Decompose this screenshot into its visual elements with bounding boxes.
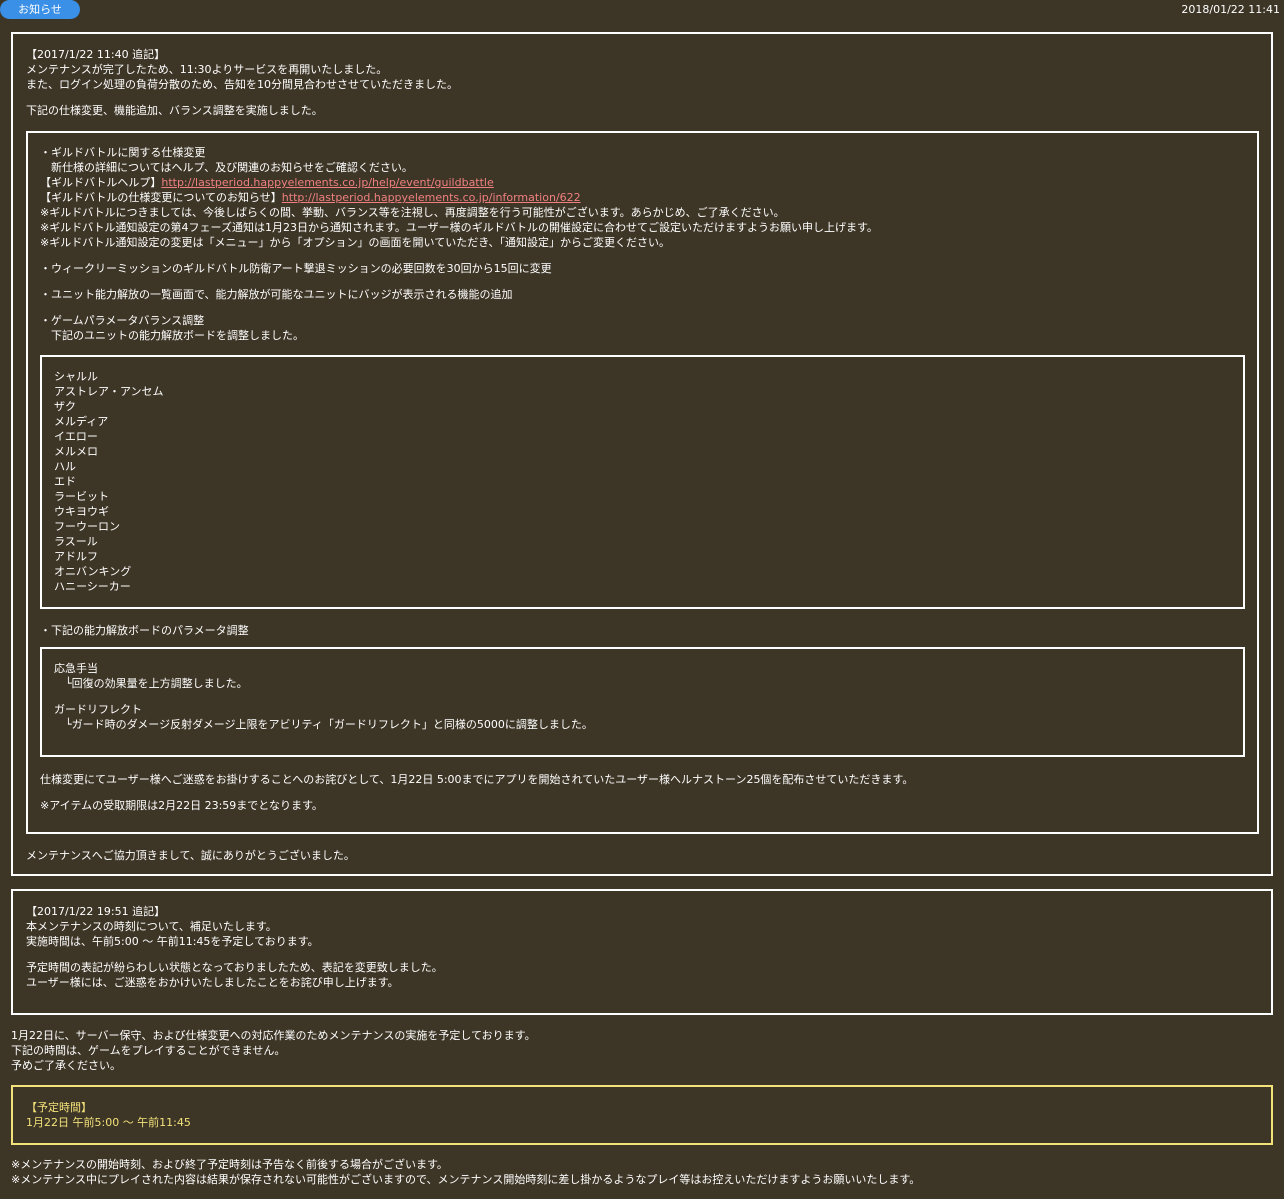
gb-title: ・ギルドバトルに関する仕様変更 bbox=[40, 146, 206, 159]
gb-note3: ※ギルドバトル通知設定の変更は「メニュー」から「オプション」の画面を開いていただ… bbox=[40, 236, 670, 249]
help-label: 【ギルドバトルヘルプ】 bbox=[40, 176, 162, 189]
unit-item: アストレア・アンセム bbox=[54, 385, 164, 398]
unit-list-box: シャルル アストレア・アンセム ザク メルディア イエロー メルメロ ハル エド… bbox=[40, 355, 1245, 609]
info-link-row: 【ギルドバトルの仕様変更についてのお知らせ】http://lastperiod.… bbox=[40, 190, 1240, 205]
update2-line1: 本メンテナンスの時刻について、補足いたします。 bbox=[26, 920, 277, 933]
update2-head: 【2017/1/22 19:51 追記】 bbox=[26, 905, 166, 918]
unit-item: ラービット bbox=[54, 490, 109, 503]
update1-head: 【2017/1/22 11:40 追記】 bbox=[26, 48, 166, 61]
update2-line3: 予定時間の表記が紛らわしい状態となっておりましたため、表記を変更致しました。 bbox=[26, 961, 443, 974]
help-link[interactable]: http://lastperiod.happyelements.co.jp/he… bbox=[161, 176, 493, 189]
schedule-box: 【予定時間】 1月22日 午前5:00 ～ 午前11:45 bbox=[11, 1085, 1273, 1145]
param2-name: ガードリフレクト bbox=[54, 703, 142, 716]
help-link-row: 【ギルドバトルヘルプ】http://lastperiod.happyelemen… bbox=[40, 175, 1240, 190]
unit-item: オニバンキング bbox=[54, 565, 132, 578]
gb-note2: ※ギルドバトル通知設定の第4フェーズ通知は1月23日から通知されます。ユーザー様… bbox=[40, 221, 878, 234]
gb-note1: ※ギルドバトルにつきましては、今後しばらくの間、挙動、バランス等を注視し、再度調… bbox=[40, 206, 785, 219]
main-notice: 1月22日に、サーバー保守、および仕様変更への対応作業のためメンテナンスの実施を… bbox=[11, 1028, 536, 1073]
unit-item: ウキヨウギ bbox=[54, 505, 109, 518]
badge-feature: ・ユニット能力解放の一覧画面で、能力解放が可能なユニットにバッジが表示される機能… bbox=[40, 288, 513, 301]
balance-title: ・ゲームパラメータバランス調整 bbox=[40, 314, 205, 327]
update-box-1: 【2017/1/22 11:40 追記】 メンテナンスが完了したため、11:30… bbox=[11, 32, 1273, 876]
info-link[interactable]: http://lastperiod.happyelements.co.jp/in… bbox=[282, 191, 581, 204]
footer-notes: ※メンテナンスの開始時刻、および終了予定時刻は予告なく前後する場合がございます。… bbox=[11, 1157, 920, 1187]
unit-item: ハニーシーカー bbox=[54, 580, 131, 593]
update1-line3: 下記の仕様変更、機能追加、バランス調整を実施しました。 bbox=[26, 104, 323, 117]
balance-detail: 下記のユニットの能力解放ボードを調整しました。 bbox=[40, 329, 304, 342]
unit-item: イエロー bbox=[54, 430, 98, 443]
update2-line2: 実施時間は、午前5:00 ～ 午前11:45を予定しております。 bbox=[26, 935, 319, 948]
schedule-time: 1月22日 午前5:00 ～ 午前11:45 bbox=[26, 1116, 191, 1129]
gb-detail: 新仕様の詳細についてはヘルプ、及び関連のお知らせをご確認ください。 bbox=[40, 161, 413, 174]
unit-item: メルメロ bbox=[54, 445, 98, 458]
main-line3: 予めご了承ください。 bbox=[11, 1059, 121, 1072]
update-box-2: 【2017/1/22 19:51 追記】 本メンテナンスの時刻について、補足いた… bbox=[11, 889, 1273, 1015]
footer-note2: ※メンテナンス中にプレイされた内容は結果が保存されない可能性がございますので、メ… bbox=[11, 1173, 921, 1186]
unit-item: ハル bbox=[54, 460, 76, 473]
unit-item: シャルル bbox=[54, 370, 98, 383]
weekly-change: ・ウィークリーミッションのギルドバトル防衛アート撃退ミッションの必要回数を30回… bbox=[40, 262, 552, 275]
update1-line1: メンテナンスが完了したため、11:30よりサービスを再開いたしました。 bbox=[26, 63, 388, 76]
deadline-text: ※アイテムの受取期限は2月22日 23:59までとなります。 bbox=[40, 799, 323, 812]
notice-tag[interactable]: お知らせ bbox=[0, 0, 80, 19]
unit-item: フーウーロン bbox=[54, 520, 120, 533]
unit-item: ラスール bbox=[54, 535, 98, 548]
param-title: ・下記の能力解放ボードのパラメータ調整 bbox=[40, 624, 249, 637]
param1-name: 応急手当 bbox=[54, 662, 98, 675]
footer-note1: ※メンテナンスの開始時刻、および終了予定時刻は予告なく前後する場合がございます。 bbox=[11, 1158, 448, 1171]
main-line2: 下記の時間は、ゲームをプレイすることができません。 bbox=[11, 1044, 286, 1057]
param2-detail: └ガード時のダメージ反射ダメージ上限をアビリティ「ガードリフレクト」と同様の50… bbox=[54, 718, 593, 731]
top-bar: お知らせ 2018/01/22 11:41 bbox=[0, 0, 1284, 20]
unit-item: メルディア bbox=[54, 415, 109, 428]
change-details-box: ・ギルドバトルに関する仕様変更 新仕様の詳細についてはヘルプ、及び関連のお知らせ… bbox=[26, 131, 1259, 834]
thanks-text: メンテナンスへご協力頂きまして、誠にありがとうございました。 bbox=[26, 849, 355, 862]
unit-item: エド bbox=[54, 475, 76, 488]
main-line1: 1月22日に、サーバー保守、および仕様変更への対応作業のためメンテナンスの実施を… bbox=[11, 1029, 536, 1042]
update1-line2: また、ログイン処理の負荷分散のため、告知を10分間見合わせさせていただきました。 bbox=[26, 78, 458, 91]
apology-text: 仕様変更にてユーザー様へご迷惑をお掛けすることへのお詫びとして、1月22日 5:… bbox=[40, 773, 914, 786]
update2-line4: ユーザー様には、ご迷惑をおかけいたしましたことをお詫び申し上げます。 bbox=[26, 976, 399, 989]
info-label: 【ギルドバトルの仕様変更についてのお知らせ】 bbox=[40, 191, 282, 204]
schedule-label: 【予定時間】 bbox=[26, 1101, 92, 1114]
param1-detail: └回復の効果量を上方調整しました。 bbox=[54, 677, 248, 690]
param-box: 応急手当 └回復の効果量を上方調整しました。 ガードリフレクト └ガード時のダメ… bbox=[40, 647, 1245, 757]
unit-item: アドルフ bbox=[54, 550, 98, 563]
unit-item: ザク bbox=[54, 400, 76, 413]
post-date: 2018/01/22 11:41 bbox=[1181, 3, 1280, 16]
